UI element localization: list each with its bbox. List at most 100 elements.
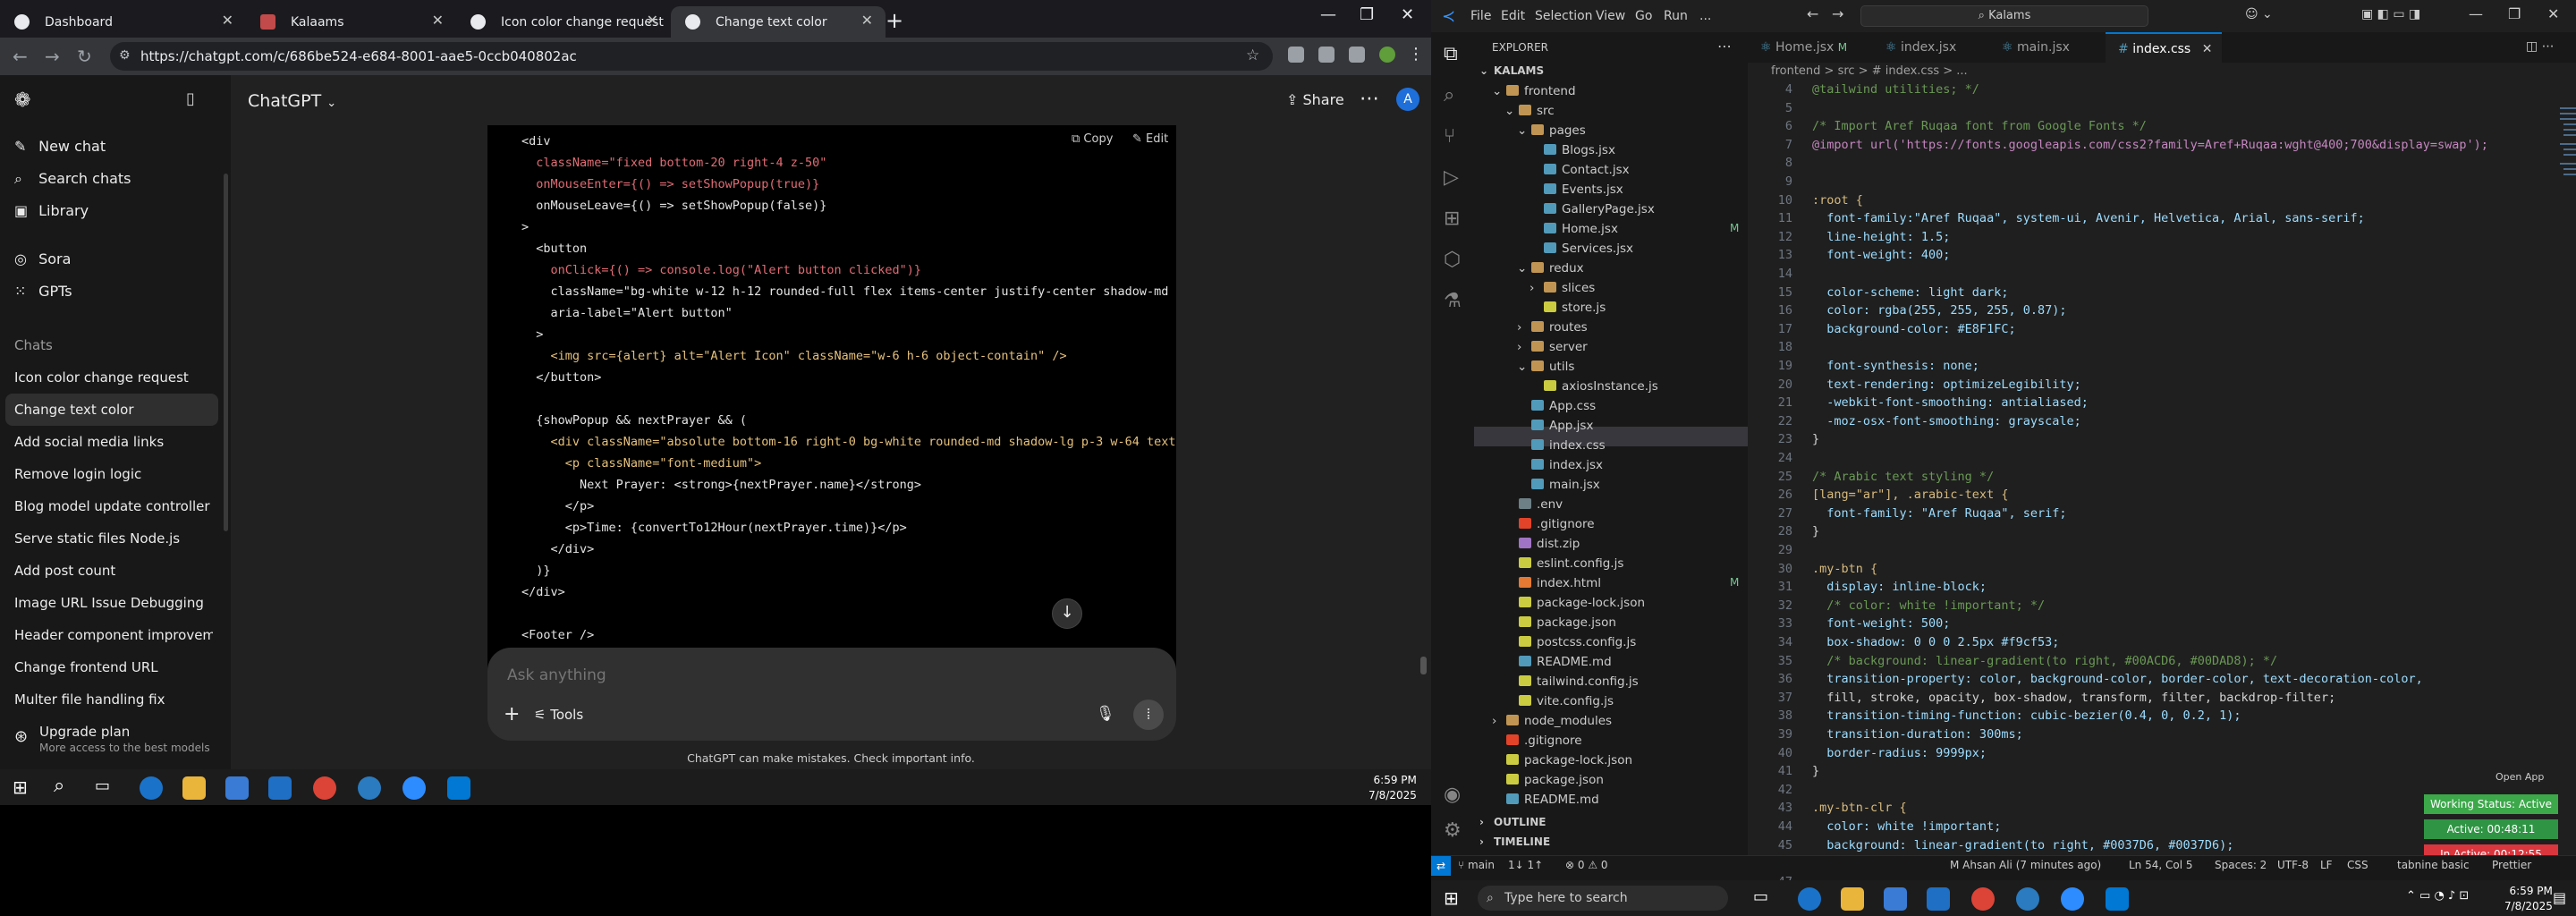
taskbar-search[interactable]: ⌕ Type here to search [1478,886,1728,911]
tree-folder[interactable]: › routes [1517,320,1588,335]
nav-back-icon[interactable]: ← [1807,5,1818,22]
browser-tab-change-text-color[interactable]: Change text color ✕ [671,6,886,38]
editor-tab-index-css[interactable]: # index.css ✕ [2106,32,2222,63]
menu-view[interactable]: View [1596,9,1625,23]
branch-indicator[interactable]: ⑂ main [1458,859,1495,871]
editor-tab-main-jsx[interactable]: ⚛ main.jsx [1989,32,2106,63]
share-button[interactable]: ⇪ Share [1286,91,1344,108]
system-tray-icons[interactable]: ⌃ ▭ ◔ ♪ ⊡ [2406,889,2469,903]
chrome-menu-icon[interactable]: ⋮ [1408,45,1424,64]
testing-icon[interactable]: ⚗ [1444,290,1462,312]
prettier-status[interactable]: Prettier [2492,859,2531,871]
language-mode[interactable]: CSS [2347,859,2368,871]
reload-icon[interactable]: ↻ [77,46,92,67]
tree-file[interactable]: index.jsx [1517,458,1603,472]
menu-go[interactable]: Go [1635,9,1652,23]
settings-gear-icon[interactable]: ⚙ [1444,819,1462,842]
search-chats-button[interactable]: ⌕ Search chats [14,170,131,188]
tree-file[interactable]: index.css [1517,438,1606,453]
tree-file[interactable]: App.css [1517,399,1596,413]
line-endings[interactable]: LF [2320,859,2333,871]
timeline-section[interactable]: › TIMELINE [1479,835,1550,848]
browser-tab-dashboard[interactable]: Dashboard ✕ [0,6,246,38]
browser-tab-icon-color[interactable]: Icon color change request ✕ [456,6,671,38]
tools-button[interactable]: ⚟ Tools [534,707,583,723]
close-window-icon[interactable]: ✕ [2547,5,2559,22]
tree-file[interactable]: Events.jsx [1530,182,1623,197]
vscode-icon[interactable] [447,776,470,800]
tree-folder[interactable]: › slices [1530,281,1595,295]
library-button[interactable]: ▣ Library [14,202,89,219]
explorer-icon[interactable]: ⧉ [1444,43,1458,65]
tree-file[interactable]: package.json [1492,773,1604,787]
profile-avatar[interactable] [1379,47,1395,63]
open-app-label[interactable]: Open App [2496,771,2544,783]
minimap[interactable] [2558,104,2576,211]
tree-file[interactable]: README.md [1504,655,1612,669]
tree-file[interactable]: axiosInstance.js [1530,379,1658,394]
edge-icon[interactable] [140,776,163,800]
close-tab-icon[interactable]: ✕ [432,12,444,29]
site-info-icon[interactable]: ⚙ [119,48,131,63]
tree-file[interactable]: dist.zip [1504,537,1580,551]
minimize-icon[interactable]: — [2469,5,2483,22]
tree-file[interactable]: README.md [1492,793,1599,807]
menu-more[interactable]: ... [1699,9,1711,23]
tree-folder[interactable]: › node_modules [1492,714,1612,728]
tree-file[interactable]: postcss.config.js [1504,635,1636,649]
chat-list-item[interactable]: Remove login logic [0,458,213,490]
zoom-icon[interactable] [402,776,426,800]
store-icon[interactable] [225,776,249,800]
tree-file[interactable]: App.jsx [1517,419,1593,433]
sidebar-scrollbar[interactable] [224,174,228,531]
bookmark-star-icon[interactable]: ☆ [1246,47,1259,64]
search-icon[interactable]: ⌕ [54,775,64,797]
file-explorer-icon[interactable] [182,776,206,800]
gpts-button[interactable]: ⁙ GPTs [14,283,72,300]
chat-list-item[interactable]: Add post count [0,555,213,587]
avatar[interactable]: A [1396,88,1419,111]
menu-file[interactable]: File [1470,9,1491,23]
close-tab-icon[interactable]: ✕ [861,12,873,29]
menu-selection[interactable]: Selection [1535,9,1593,23]
tree-folder[interactable]: ⌄ pages [1517,123,1586,138]
tree-file[interactable]: index.html M [1504,576,1739,590]
clock[interactable]: 6:59 PM 7/8/2025 [2504,884,2553,914]
tree-file[interactable]: eslint.config.js [1504,556,1623,571]
nav-forward-icon[interactable]: → [1832,5,1843,22]
tree-file[interactable]: Home.jsx M [1530,222,1739,236]
browser-tab-kalaams[interactable]: Kalaams ✕ [246,6,456,38]
tree-file[interactable]: package-lock.json [1492,753,1632,768]
tabnine-status[interactable]: tabnine basic [2397,859,2470,871]
command-center-search[interactable]: ⌕ Kalams [1860,5,2148,27]
microphone-icon[interactable]: 🎙 [1096,705,1115,723]
maximize-icon[interactable]: ❐ [2508,5,2521,22]
app-icon[interactable] [2016,887,2039,911]
chat-list-item[interactable]: Icon color change request [0,361,213,394]
chrome-icon[interactable] [1971,887,1995,911]
close-tab-icon[interactable]: ✕ [647,12,658,29]
menu-run[interactable]: Run [1664,9,1688,23]
new-chat-button[interactable]: ✎ New chat [14,138,106,155]
task-view-icon[interactable]: ▭ [95,776,110,795]
openai-logo-icon[interactable]: ❁ [14,89,30,112]
new-tab-icon[interactable]: + [886,8,903,33]
tree-folder[interactable]: ⌄ redux [1517,261,1584,276]
search-icon[interactable]: ⌕ [1444,84,1454,106]
tree-file[interactable]: GalleryPage.jsx [1530,202,1655,216]
problems-count[interactable]: ⊗ 0 ⚠ 0 [1565,859,1608,871]
notifications-icon[interactable]: ▤ [2553,889,2566,906]
url-text[interactable]: https://chatgpt.com/c/686be524-e684-8001… [140,48,577,64]
outline-section[interactable]: › OUTLINE [1479,816,1546,828]
close-window-icon[interactable]: ✕ [1401,5,1414,24]
extensions-icon[interactable]: ⊞ [1444,208,1460,230]
chat-scrollbar[interactable] [1420,657,1427,674]
sora-button[interactable]: ◎ Sora [14,250,71,267]
chat-list-item-active[interactable]: Change text color [5,394,218,426]
omnibox[interactable]: ⚙ https://chatgpt.com/c/686be524-e684-80… [110,42,1273,71]
minimize-icon[interactable]: — [1320,5,1336,24]
tree-file[interactable]: .env [1504,497,1563,512]
tree-file[interactable]: .gitignore [1504,517,1595,531]
extension-icon[interactable] [1288,47,1304,63]
tree-file[interactable]: Blogs.jsx [1530,143,1615,157]
